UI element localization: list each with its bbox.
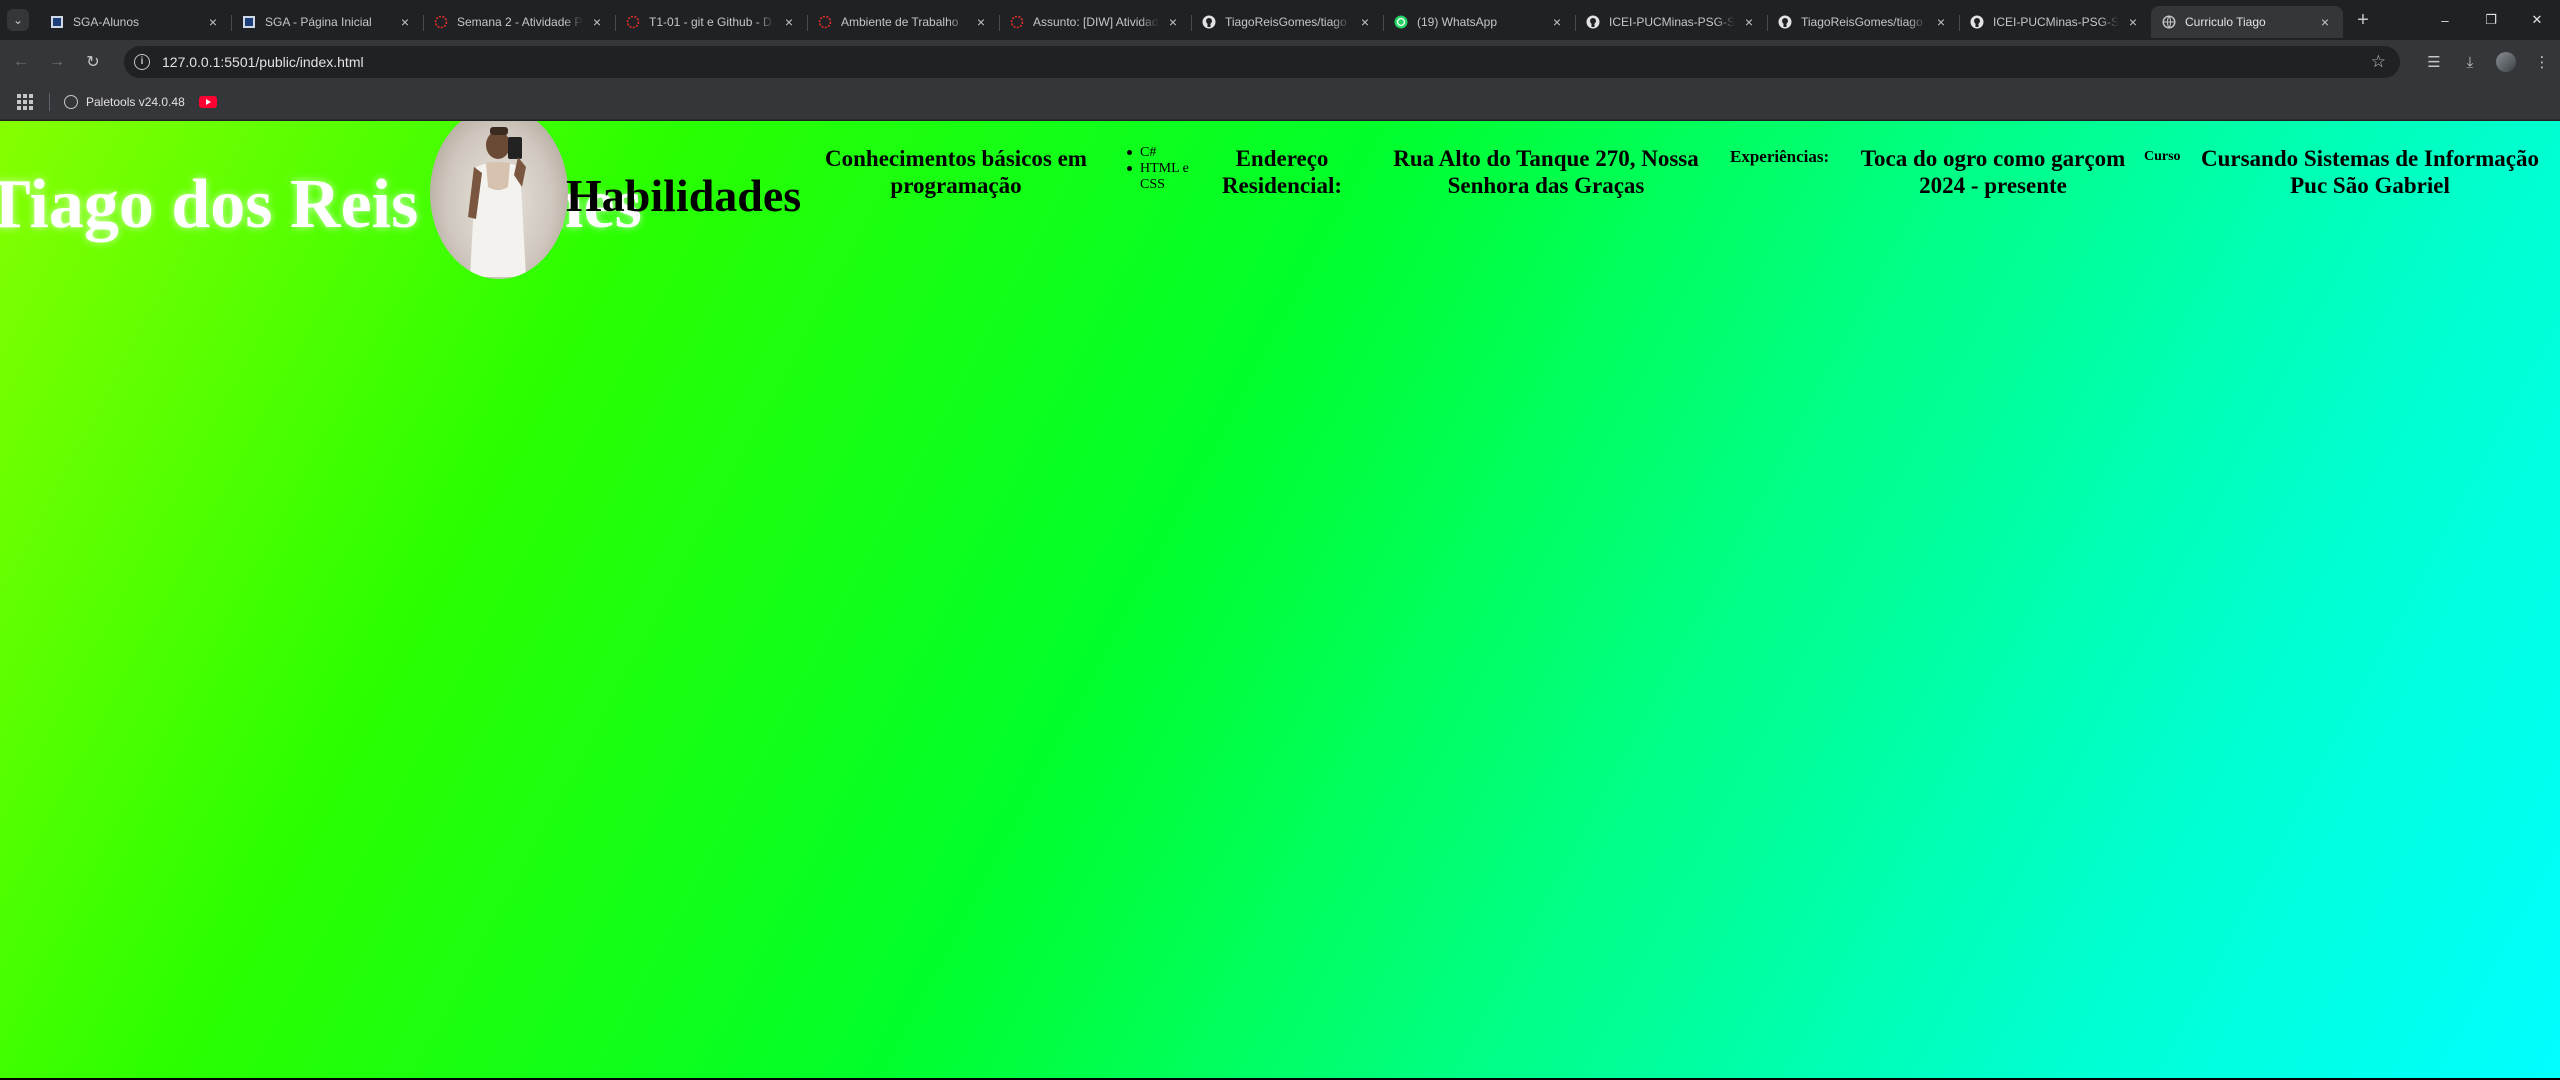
tab-title: (19) WhatsApp bbox=[1417, 15, 1498, 29]
arrow-left-icon: ← bbox=[13, 53, 29, 70]
bookmarks-bar: Paletools v24.0.48 bbox=[0, 84, 2560, 120]
close-window-button[interactable]: ✕ bbox=[2514, 0, 2560, 40]
close-tab-icon[interactable]: × bbox=[1357, 14, 1373, 30]
tab[interactable]: SGA-Alunos × bbox=[39, 6, 231, 38]
address-label: Endereço Residencial: bbox=[1221, 146, 1343, 198]
tab[interactable]: Ambiente de Trabalho × bbox=[807, 6, 999, 38]
browser-toolbar: ← → ↻ i 127.0.0.1:5501/public/index.html… bbox=[0, 40, 2560, 84]
forward-button[interactable]: → bbox=[42, 47, 72, 77]
tab[interactable]: Semana 2 - Atividade P × bbox=[423, 6, 615, 38]
tab-title: Ambiente de Trabalho bbox=[841, 15, 959, 29]
tab-title: TiagoReisGomes/tiago bbox=[1801, 15, 1923, 29]
skill-item: C# bbox=[1126, 145, 1202, 161]
tab[interactable]: TiagoReisGomes/tiago × bbox=[1191, 6, 1383, 38]
tab[interactable]: (19) WhatsApp × bbox=[1383, 6, 1575, 38]
globe-icon bbox=[2161, 14, 2177, 30]
menu-kebab-icon[interactable]: ⋮ bbox=[2524, 44, 2560, 80]
canvas-icon bbox=[625, 14, 641, 30]
close-tab-icon[interactable]: × bbox=[1933, 14, 1949, 30]
tab[interactable]: ICEI-PUCMinas-PSG-SI × bbox=[1959, 6, 2151, 38]
restore-button[interactable]: ❐ bbox=[2468, 0, 2514, 40]
experience-value: Toca do ogro como garçom 2024 - presente bbox=[1860, 146, 2126, 198]
window-controls: – ❐ ✕ bbox=[2422, 0, 2560, 40]
tab-search-button[interactable]: ⌄ bbox=[7, 9, 29, 31]
github-icon bbox=[1777, 14, 1793, 30]
course-name: Cursando Sistemas de Informação bbox=[2201, 146, 2539, 171]
tab-title: Curriculo Tiago bbox=[2185, 15, 2266, 29]
profile-photo bbox=[430, 121, 568, 279]
address-bar[interactable]: i 127.0.0.1:5501/public/index.html ☆ bbox=[124, 46, 2400, 78]
close-tab-icon[interactable]: × bbox=[1741, 14, 1757, 30]
github-icon bbox=[1201, 14, 1217, 30]
chevron-down-icon: ⌄ bbox=[12, 13, 24, 27]
address-value: Rua Alto do Tanque 270, Nossa Senhora da… bbox=[1393, 146, 1699, 198]
toolbar-actions: ☰ ⤓ ⋮ bbox=[2416, 40, 2560, 84]
tab[interactable]: Curriculo Tiago × bbox=[2151, 6, 2343, 38]
course-institution: Puc São Gabriel bbox=[2290, 173, 2450, 198]
sga-icon bbox=[49, 14, 65, 30]
bookmark-item[interactable]: Paletools v24.0.48 bbox=[64, 94, 185, 109]
person-figure bbox=[468, 127, 526, 277]
back-button[interactable]: ← bbox=[6, 47, 36, 77]
bookmark-separator bbox=[49, 92, 50, 111]
site-info-icon[interactable]: i bbox=[134, 54, 150, 70]
tab-title: T1-01 - git e Github - D bbox=[649, 15, 772, 29]
url-text[interactable]: 127.0.0.1:5501/public/index.html bbox=[162, 54, 364, 70]
github-icon bbox=[1969, 14, 1985, 30]
profile-avatar[interactable] bbox=[2496, 52, 2516, 72]
tab-list: SGA-Alunos × SGA - Página Inicial × Semana 2… bbox=[39, 0, 2343, 40]
whatsapp-icon bbox=[1393, 14, 1409, 30]
close-tab-icon[interactable]: × bbox=[781, 14, 797, 30]
canvas-icon bbox=[817, 14, 833, 30]
reload-icon: ↻ bbox=[86, 54, 100, 71]
bookmark-label: Paletools v24.0.48 bbox=[86, 94, 185, 109]
close-tab-icon[interactable]: × bbox=[2125, 14, 2141, 30]
tab[interactable]: Assunto: [DIW] Atividad × bbox=[999, 6, 1191, 38]
tab-title: TiagoReisGomes/tiago bbox=[1225, 15, 1347, 29]
apps-grid-icon[interactable] bbox=[17, 93, 33, 110]
tab-title: ICEI-PUCMinas-PSG-SI bbox=[1609, 15, 1735, 29]
close-tab-icon[interactable]: × bbox=[1165, 14, 1181, 30]
sga-icon bbox=[241, 14, 257, 30]
skills-list: C# HTML e CSS bbox=[1126, 145, 1202, 193]
tab[interactable]: SGA - Página Inicial × bbox=[231, 6, 423, 38]
page-title: Tiago dos Reis Gomes bbox=[0, 163, 642, 247]
minimize-button[interactable]: – bbox=[2422, 0, 2468, 40]
download-icon[interactable]: ⤓ bbox=[2452, 44, 2488, 80]
media-controls-icon[interactable]: ☰ bbox=[2416, 44, 2452, 80]
bookmark-star-icon[interactable]: ☆ bbox=[2371, 52, 2386, 72]
page-viewport: Tiago dos Reis Gomes Habilidades Conheci… bbox=[0, 121, 2560, 1080]
skills-heading: Habilidades bbox=[566, 170, 802, 221]
tab-title: ICEI-PUCMinas-PSG-SI bbox=[1993, 15, 2119, 29]
close-tab-icon[interactable]: × bbox=[205, 14, 221, 30]
plus-icon: + bbox=[2357, 8, 2369, 31]
course-value: Cursando Sistemas de Informação Puc São … bbox=[2188, 145, 2552, 199]
experience-label: Experiências: bbox=[1730, 147, 1830, 166]
course-label: Curso bbox=[2144, 149, 2181, 164]
new-tab-button[interactable]: + bbox=[2349, 6, 2377, 34]
globe-icon bbox=[64, 94, 78, 109]
tab[interactable]: T1-01 - git e Github - D × bbox=[615, 6, 807, 38]
close-tab-icon[interactable]: × bbox=[1549, 14, 1565, 30]
tab-title: SGA-Alunos bbox=[73, 15, 140, 29]
github-icon bbox=[1585, 14, 1601, 30]
reload-button[interactable]: ↻ bbox=[78, 47, 108, 77]
tab-title: SGA - Página Inicial bbox=[265, 15, 372, 29]
tab[interactable]: TiagoReisGomes/tiago × bbox=[1767, 6, 1959, 38]
close-tab-icon[interactable]: × bbox=[2317, 14, 2333, 30]
close-tab-icon[interactable]: × bbox=[973, 14, 989, 30]
close-tab-icon[interactable]: × bbox=[397, 14, 413, 30]
youtube-icon[interactable] bbox=[198, 95, 217, 108]
close-tab-icon[interactable]: × bbox=[589, 14, 605, 30]
tab[interactable]: ICEI-PUCMinas-PSG-SI × bbox=[1575, 6, 1767, 38]
tab-title: Semana 2 - Atividade P bbox=[457, 15, 583, 29]
skills-subtitle: Conhecimentos básicos em programação bbox=[825, 146, 1087, 198]
tab-title: Assunto: [DIW] Atividad bbox=[1033, 15, 1159, 29]
arrow-right-icon: → bbox=[49, 53, 65, 70]
canvas-icon bbox=[433, 14, 449, 30]
skill-item: HTML e CSS bbox=[1126, 161, 1202, 193]
canvas-icon bbox=[1009, 14, 1025, 30]
tab-strip: ⌄ SGA-Alunos × SGA - Página Inicial × Semana… bbox=[0, 0, 2560, 40]
